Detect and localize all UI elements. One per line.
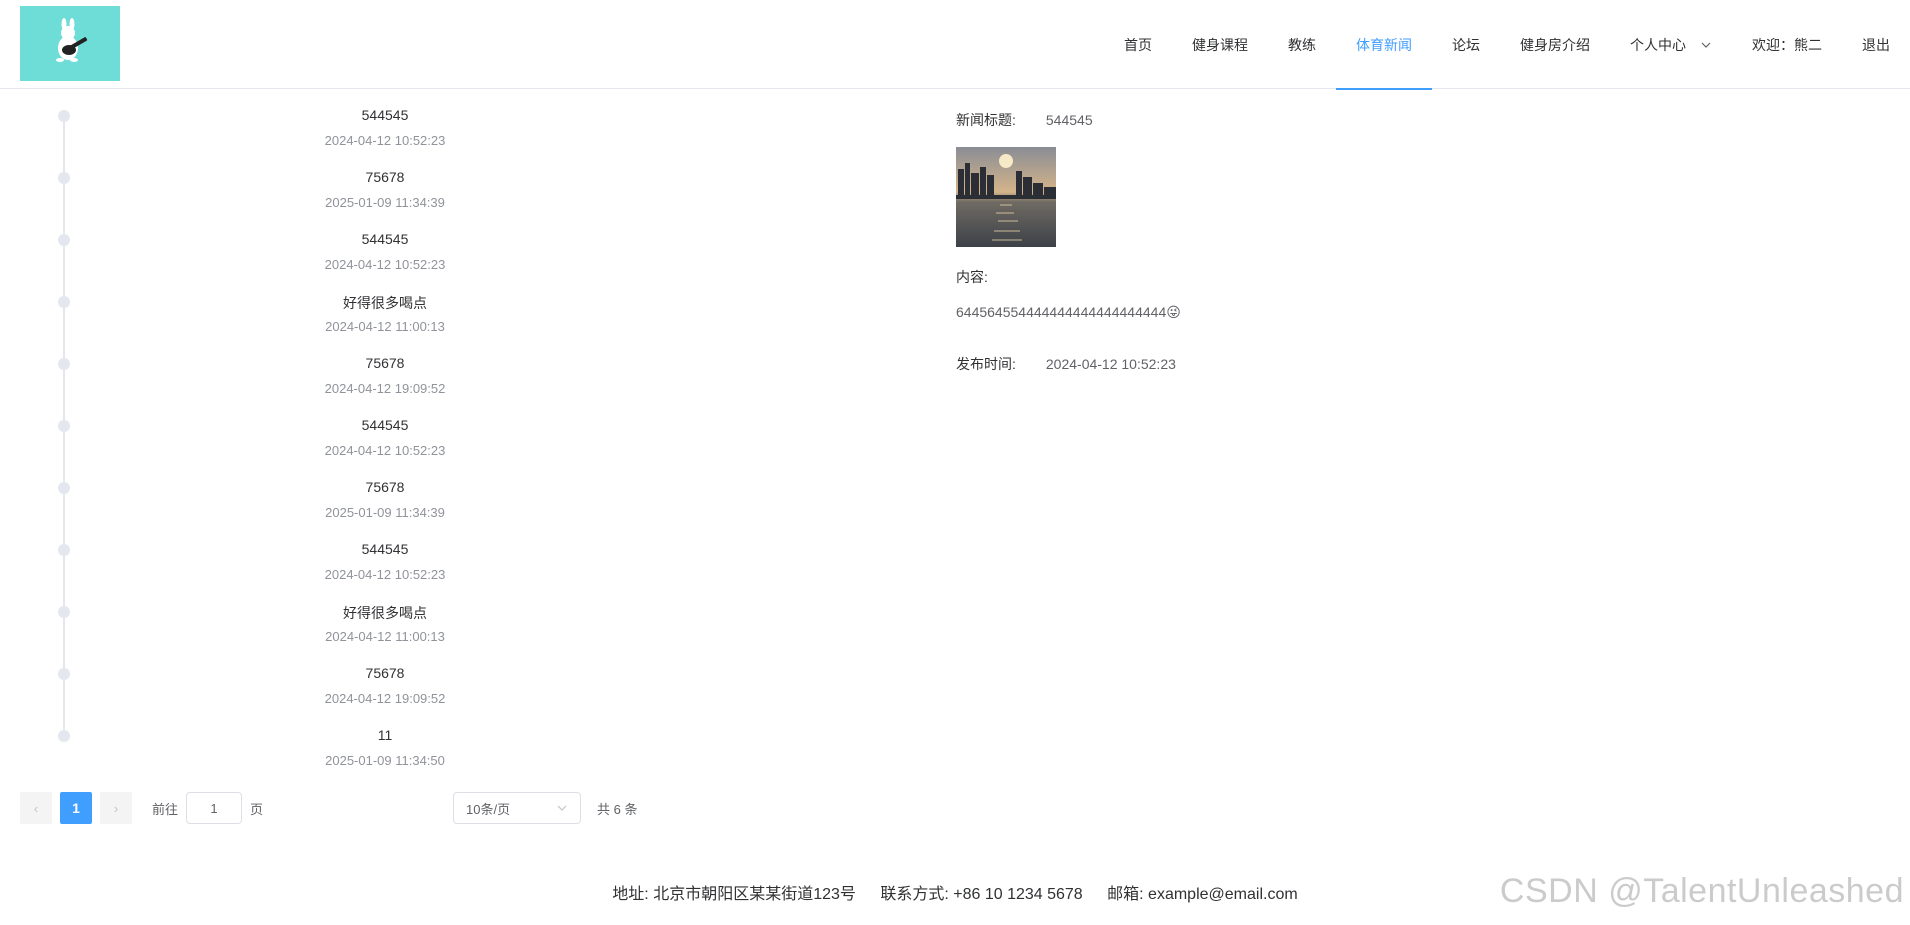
timeline-dot xyxy=(58,606,70,618)
page-size-select[interactable]: 10条/页 xyxy=(453,792,582,824)
news-date: 2024-04-12 10:52:23 xyxy=(324,257,446,272)
news-date: 2024-04-12 10:52:23 xyxy=(324,443,446,458)
detail-title-row: 新闻标题: 544545 xyxy=(956,110,1093,130)
page-size-value: 10条/页 xyxy=(466,801,511,817)
news-date: 2024-04-12 11:00:13 xyxy=(325,629,445,644)
news-title[interactable]: 544545 xyxy=(285,107,485,123)
news-date: 2025-01-09 11:34:39 xyxy=(325,505,445,520)
footer-email: 邮箱: example@email.com xyxy=(1107,886,1298,903)
news-title[interactable]: 75678 xyxy=(285,479,485,495)
news-title[interactable]: 75678 xyxy=(285,169,485,185)
timeline-dot xyxy=(58,172,70,184)
timeline-item[interactable]: 544545 2024-04-12 10:52:23 xyxy=(0,539,720,601)
chevron-down-icon xyxy=(1701,42,1711,48)
detail-content-row: 644564554444444444444444444😜 xyxy=(956,304,1181,321)
detail-content-label-row: 内容: xyxy=(956,267,988,287)
timeline-item[interactable]: 75678 2024-04-12 19:09:52 xyxy=(0,353,720,415)
news-date: 2025-01-09 11:34:39 xyxy=(325,195,445,210)
news-title[interactable]: 好得很多喝点 xyxy=(285,603,485,623)
timeline-dot xyxy=(58,544,70,556)
timeline-item[interactable]: 好得很多喝点 2024-04-12 11:00:13 xyxy=(0,291,720,353)
nav-fitness-courses[interactable]: 健身课程 xyxy=(1172,0,1268,89)
nav-forum[interactable]: 论坛 xyxy=(1432,0,1500,89)
welcome-user: 欢迎：熊二 xyxy=(1752,36,1822,53)
detail-content-label: 内容: xyxy=(956,269,988,285)
news-timeline: 544545 2024-04-12 10:52:23 75678 2025-01… xyxy=(0,105,720,787)
news-date: 2024-04-12 10:52:23 xyxy=(324,567,446,582)
footer-address: 地址: 北京市朝阳区某某街道123号 xyxy=(612,886,856,903)
news-date: 2024-04-12 11:00:13 xyxy=(325,319,445,334)
footer-contact: 联系方式: +86 10 1234 5678 xyxy=(880,886,1083,903)
detail-time-row: 发布时间: 2024-04-12 10:52:23 xyxy=(956,354,1176,374)
timeline-dot xyxy=(58,668,70,680)
timeline-dot xyxy=(58,358,70,370)
news-title[interactable]: 11 xyxy=(285,727,485,743)
page-number-current[interactable]: 1 xyxy=(60,792,92,824)
detail-title-label: 新闻标题: xyxy=(956,112,1016,128)
timeline-dot xyxy=(58,482,70,494)
news-title[interactable]: 544545 xyxy=(285,417,485,433)
timeline-dot xyxy=(58,234,70,246)
detail-content-value: 644564554444444444444444444😜 xyxy=(956,304,1181,320)
detail-title-value: 544545 xyxy=(1045,112,1093,128)
nav-home[interactable]: 首页 xyxy=(1104,0,1172,89)
logout-button[interactable]: 退出 xyxy=(1842,0,1910,89)
site-logo[interactable] xyxy=(20,6,120,81)
timeline-item[interactable]: 544545 2024-04-12 10:52:23 xyxy=(0,105,720,167)
personal-center-label: 个人中心 xyxy=(1630,36,1686,53)
timeline-item[interactable]: 544545 2024-04-12 10:52:23 xyxy=(0,415,720,477)
logo-icon xyxy=(56,17,88,62)
timeline-dot xyxy=(58,296,70,308)
main-nav: 首页 健身课程 教练 体育新闻 论坛 健身房介绍 个人中心 欢迎：熊二 退出 xyxy=(1104,0,1910,90)
detail-time-label: 发布时间: xyxy=(956,356,1016,372)
top-header: 首页 健身课程 教练 体育新闻 论坛 健身房介绍 个人中心 欢迎：熊二 退出 xyxy=(0,0,1910,90)
csdn-watermark: CSDN @TalentUnleashed xyxy=(1499,872,1904,910)
prev-page-button[interactable]: ‹ xyxy=(20,792,52,824)
timeline-item[interactable]: 75678 2025-01-09 11:34:39 xyxy=(0,167,720,229)
timeline-item[interactable]: 75678 2024-04-12 19:09:52 xyxy=(0,663,720,725)
chevron-down-icon xyxy=(557,805,567,811)
timeline-item[interactable]: 11 2025-01-09 11:34:50 xyxy=(0,725,720,787)
news-title[interactable]: 75678 xyxy=(285,355,485,371)
timeline-dot xyxy=(58,730,70,742)
goto-suffix: 页 xyxy=(250,801,264,817)
news-title[interactable]: 544545 xyxy=(285,541,485,557)
nav-personal-center[interactable]: 个人中心 xyxy=(1610,0,1732,89)
news-title[interactable]: 544545 xyxy=(285,231,485,247)
news-title[interactable]: 好得很多喝点 xyxy=(285,293,485,313)
goto-prefix: 前往 xyxy=(152,801,179,817)
sunset-city-image xyxy=(956,147,1056,247)
timeline-item[interactable]: 544545 2024-04-12 10:52:23 xyxy=(0,229,720,291)
nav-coaches[interactable]: 教练 xyxy=(1268,0,1336,89)
detail-time-value: 2024-04-12 10:52:23 xyxy=(1045,356,1176,372)
news-date: 2024-04-12 19:09:52 xyxy=(324,381,446,396)
news-date: 2024-04-12 19:09:52 xyxy=(324,691,446,706)
news-date: 2024-04-12 10:52:23 xyxy=(324,133,446,148)
pagination: ‹ 1 › 前往 页 10条/页 共 6 条 xyxy=(20,792,638,824)
goto-page-input[interactable] xyxy=(186,792,243,824)
nav-sports-news[interactable]: 体育新闻 xyxy=(1336,0,1432,90)
next-page-button[interactable]: › xyxy=(100,792,132,824)
total-count: 共 6 条 xyxy=(597,801,638,817)
news-date: 2025-01-09 11:34:50 xyxy=(325,753,445,768)
timeline-item[interactable]: 好得很多喝点 2024-04-12 11:00:13 xyxy=(0,601,720,663)
timeline-dot xyxy=(58,110,70,122)
timeline-item[interactable]: 75678 2025-01-09 11:34:39 xyxy=(0,477,720,539)
news-title[interactable]: 75678 xyxy=(285,665,485,681)
timeline-dot xyxy=(58,420,70,432)
nav-gym-intro[interactable]: 健身房介绍 xyxy=(1500,0,1610,89)
news-image xyxy=(956,147,1056,247)
